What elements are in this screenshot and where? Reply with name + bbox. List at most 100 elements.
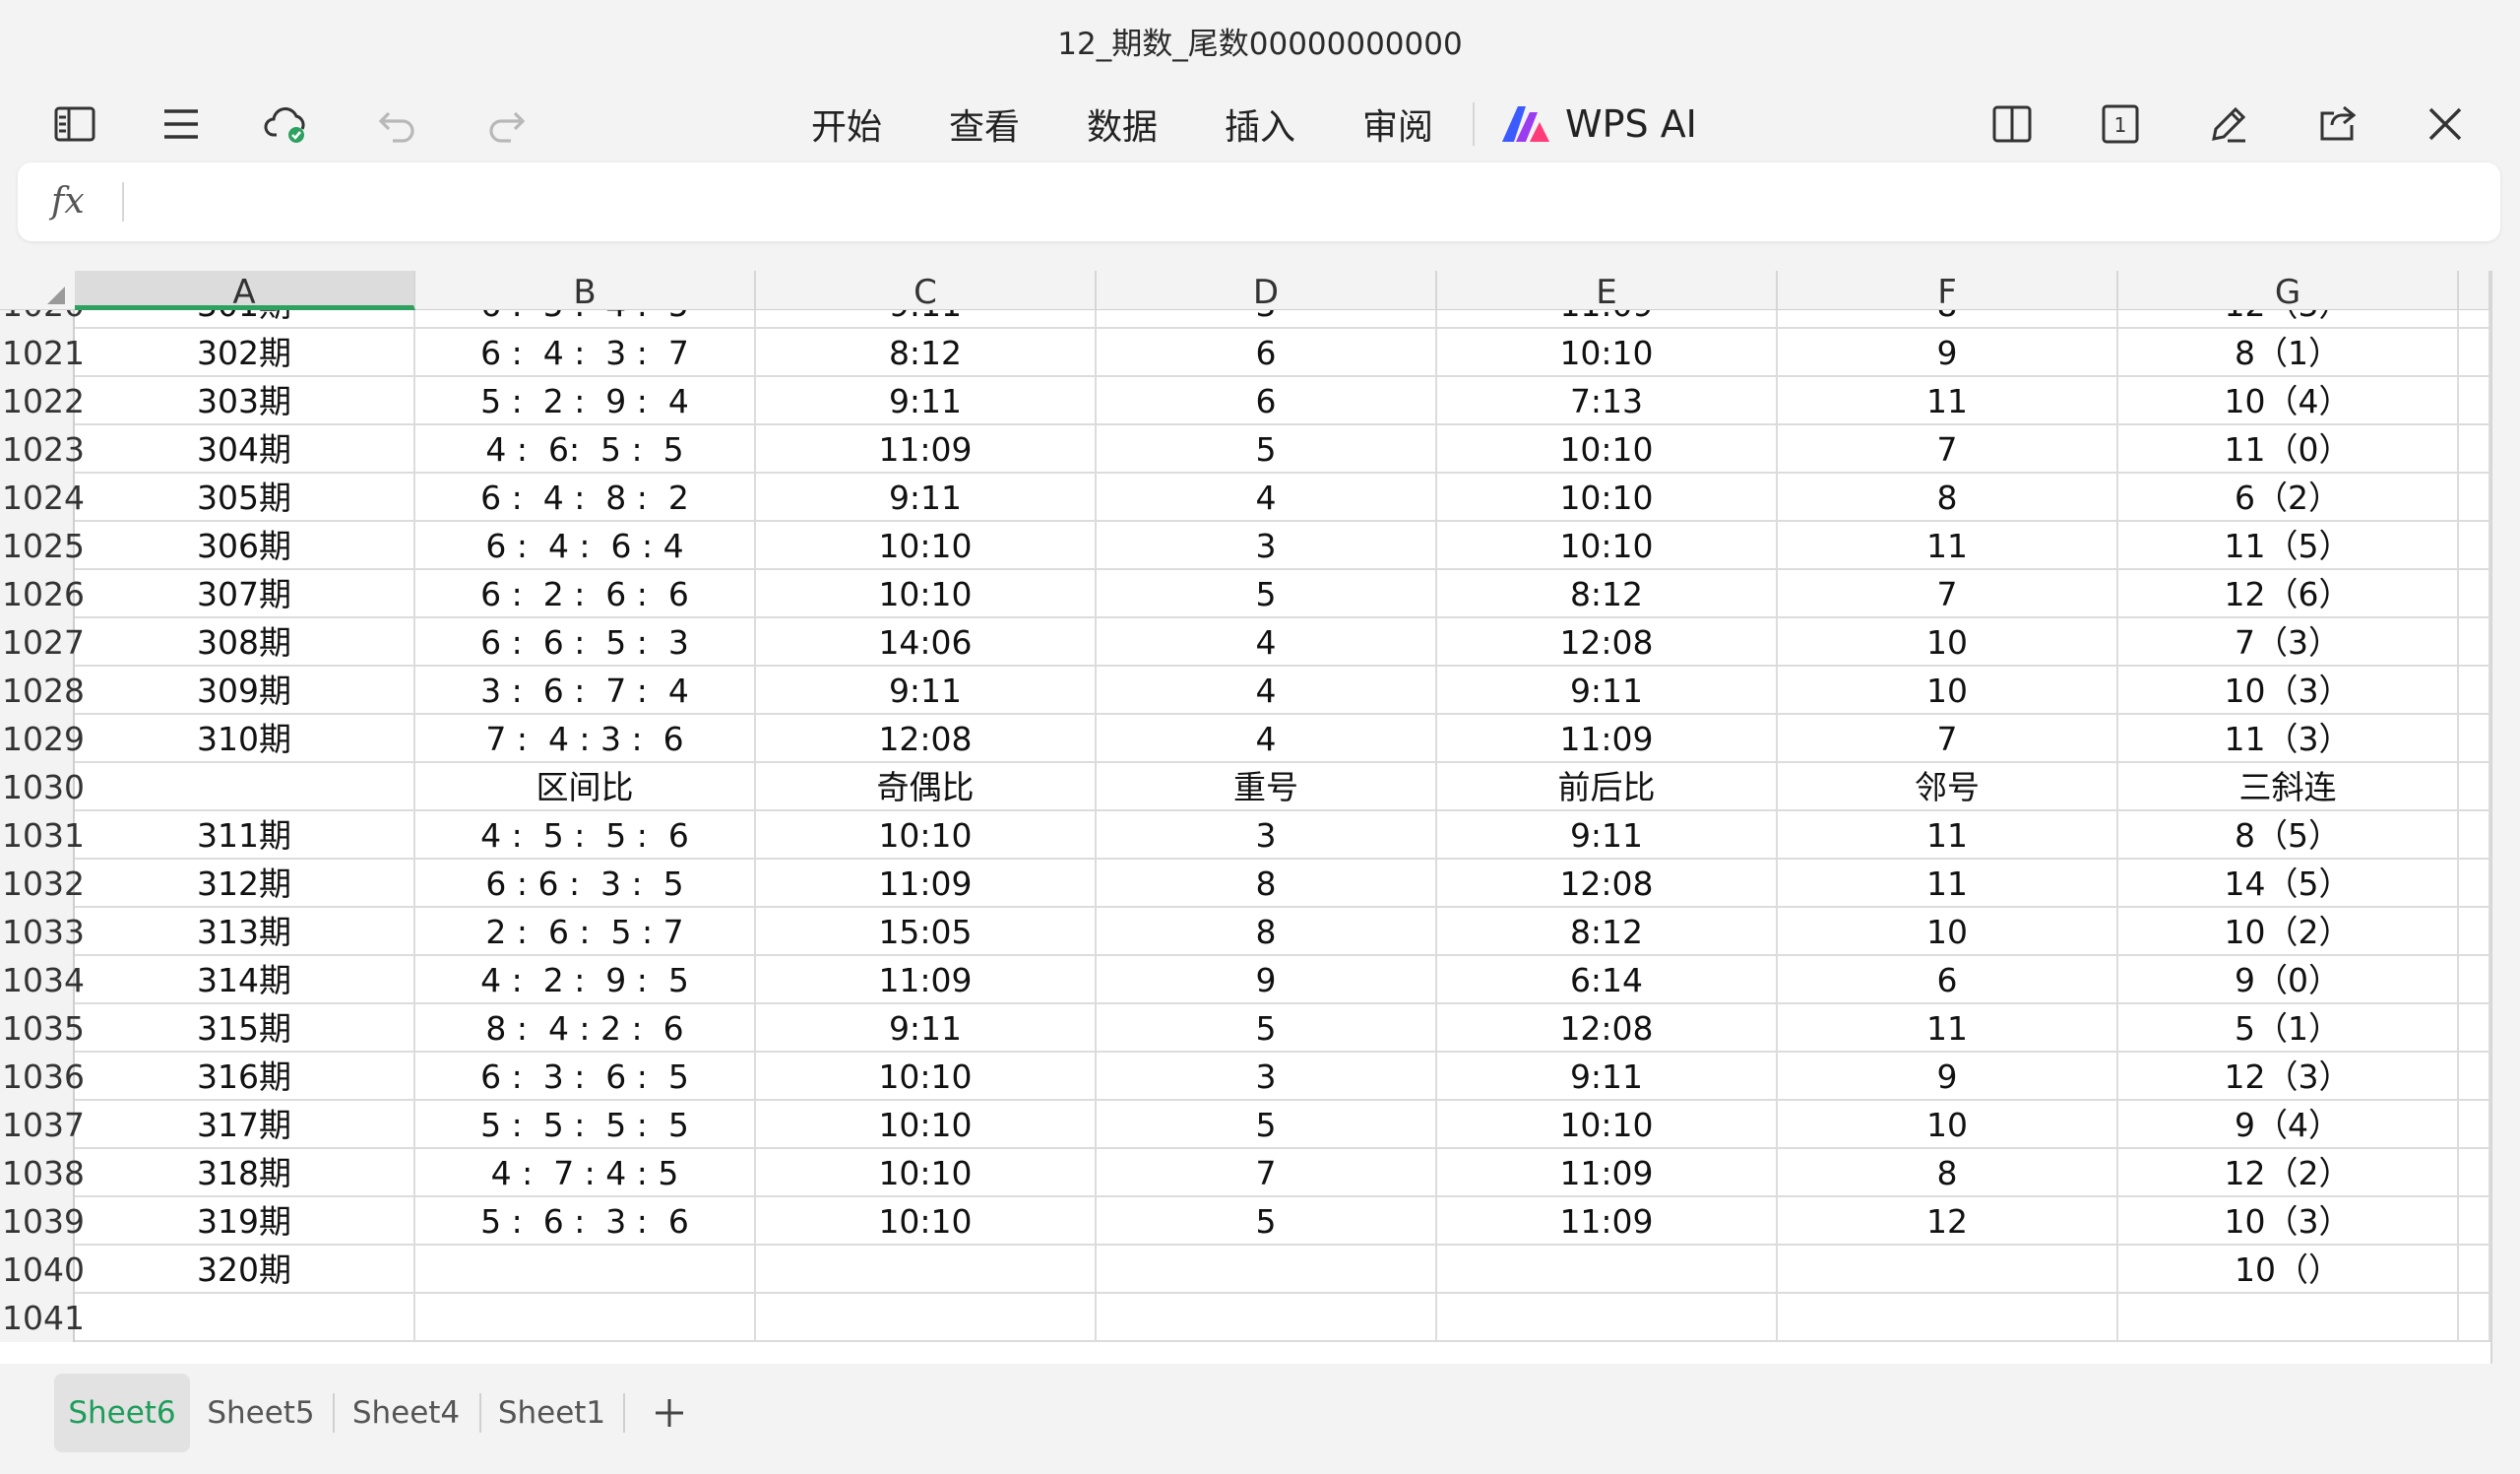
cell-d[interactable]: 7 xyxy=(1097,1149,1437,1197)
column-header-a[interactable]: A xyxy=(75,271,415,312)
cell-c[interactable]: 10:10 xyxy=(756,570,1097,618)
cell-b[interactable]: 5 : 5 : 5 : 5 xyxy=(415,1101,756,1149)
cell-c[interactable]: 9:11 xyxy=(756,377,1097,425)
cloud-sync-icon[interactable] xyxy=(252,89,323,160)
cell-f[interactable]: 11 xyxy=(1778,377,2118,425)
cell-b[interactable]: 4 : 6: 5 : 5 xyxy=(415,425,756,474)
cell-g[interactable]: 8（1） xyxy=(2118,329,2459,377)
cell-e[interactable] xyxy=(1437,1294,1778,1342)
cell-partial[interactable] xyxy=(2459,474,2490,522)
row-header[interactable]: 1038 xyxy=(0,1149,85,1197)
column-header-d[interactable]: D xyxy=(1097,271,1437,312)
cell-c[interactable]: 10:10 xyxy=(756,522,1097,570)
cell-partial[interactable] xyxy=(2459,1246,2490,1294)
cell-partial[interactable] xyxy=(2459,860,2490,908)
cell-b[interactable] xyxy=(415,1246,756,1294)
cell-c[interactable]: 9:11 xyxy=(756,1004,1097,1053)
cell-g[interactable]: 11（3） xyxy=(2118,715,2459,763)
cell-a[interactable]: 312期 xyxy=(75,860,415,908)
cell-b[interactable]: 6 : 6 : 3 : 5 xyxy=(415,860,756,908)
cell-partial[interactable] xyxy=(2459,1197,2490,1246)
column-header-c[interactable]: C xyxy=(756,271,1097,312)
cell-f[interactable] xyxy=(1778,1294,2118,1342)
row-header[interactable]: 1031 xyxy=(0,811,85,860)
cell-e[interactable]: 12:08 xyxy=(1437,1004,1778,1053)
row-header[interactable]: 1027 xyxy=(0,618,85,667)
cell-e[interactable]: 11:09 xyxy=(1437,715,1778,763)
menu-insert[interactable]: 插入 xyxy=(1191,98,1329,150)
cell-g[interactable]: 12（6） xyxy=(2118,570,2459,618)
sheet-tab-sheet1[interactable]: Sheet1 xyxy=(490,1374,613,1452)
add-sheet-button[interactable] xyxy=(640,1374,699,1452)
menu-home[interactable]: 开始 xyxy=(778,98,915,150)
cell-partial[interactable] xyxy=(2459,956,2490,1004)
cell-d[interactable]: 6 xyxy=(1097,377,1437,425)
cell-e[interactable]: 前后比 xyxy=(1437,763,1778,811)
cell-g[interactable]: 14（5） xyxy=(2118,860,2459,908)
cell-a[interactable]: 304期 xyxy=(75,425,415,474)
cell-f[interactable]: 12 xyxy=(1778,1197,2118,1246)
row-header[interactable]: 1034 xyxy=(0,956,85,1004)
cell-partial[interactable] xyxy=(2459,667,2490,715)
cell-f[interactable]: 9 xyxy=(1778,1053,2118,1101)
cell-a[interactable] xyxy=(75,1294,415,1342)
cell-b[interactable] xyxy=(415,1294,756,1342)
cell-b[interactable]: 6 : 2 : 6 : 6 xyxy=(415,570,756,618)
redo-icon[interactable] xyxy=(471,89,541,160)
cell-a[interactable]: 305期 xyxy=(75,474,415,522)
row-header[interactable]: 1037 xyxy=(0,1101,85,1149)
cell-b[interactable]: 5 : 2 : 9 : 4 xyxy=(415,377,756,425)
cell-c[interactable]: 8:12 xyxy=(756,329,1097,377)
cell-b[interactable]: 4 : 5 : 5 : 6 xyxy=(415,811,756,860)
cell-f[interactable]: 11 xyxy=(1778,522,2118,570)
wps-ai-button[interactable]: WPS AI xyxy=(1492,102,1697,146)
cell-e[interactable]: 6:14 xyxy=(1437,956,1778,1004)
cell-f[interactable]: 7 xyxy=(1778,570,2118,618)
cell-g[interactable]: 三斜连 xyxy=(2118,763,2459,811)
cell-a[interactable]: 306期 xyxy=(75,522,415,570)
cell-b[interactable]: 6 : 4 : 3 : 7 xyxy=(415,329,756,377)
row-header[interactable]: 1036 xyxy=(0,1053,85,1101)
cell-b[interactable]: 区间比 xyxy=(415,763,756,811)
cell-partial[interactable] xyxy=(2459,1149,2490,1197)
row-header[interactable]: 1033 xyxy=(0,908,85,956)
cell-f[interactable]: 10 xyxy=(1778,667,2118,715)
cell-g[interactable]: 12（3） xyxy=(2118,1053,2459,1101)
row-header[interactable]: 1030 xyxy=(0,763,85,811)
row-header[interactable]: 1029 xyxy=(0,715,85,763)
cell-d[interactable]: 3 xyxy=(1097,1053,1437,1101)
cell-a[interactable]: 319期 xyxy=(75,1197,415,1246)
cell-b[interactable]: 7 : 4 : 3 : 6 xyxy=(415,715,756,763)
cell-e[interactable]: 12:08 xyxy=(1437,860,1778,908)
cell-a[interactable]: 318期 xyxy=(75,1149,415,1197)
cell-g[interactable]: 7（3） xyxy=(2118,618,2459,667)
cell-f[interactable]: 7 xyxy=(1778,425,2118,474)
cell-c[interactable]: 9:11 xyxy=(756,474,1097,522)
cell-a[interactable]: 311期 xyxy=(75,811,415,860)
cell-g[interactable]: 6（2） xyxy=(2118,474,2459,522)
cell-c[interactable] xyxy=(756,1246,1097,1294)
cell-d[interactable]: 4 xyxy=(1097,715,1437,763)
close-icon[interactable] xyxy=(2410,89,2481,160)
cell-f[interactable]: 10 xyxy=(1778,908,2118,956)
column-header-f[interactable]: F xyxy=(1778,271,2118,312)
cell-c[interactable]: 9:11 xyxy=(756,667,1097,715)
edit-pen-icon[interactable] xyxy=(2193,89,2264,160)
cell-e[interactable]: 8:12 xyxy=(1437,570,1778,618)
cell-f[interactable]: 11 xyxy=(1778,811,2118,860)
cell-g[interactable]: 9（4） xyxy=(2118,1101,2459,1149)
cell-g[interactable]: 10（4） xyxy=(2118,377,2459,425)
cell-d[interactable]: 8 xyxy=(1097,860,1437,908)
cell-f[interactable]: 10 xyxy=(1778,618,2118,667)
cell-a[interactable]: 316期 xyxy=(75,1053,415,1101)
sheet-tab-sheet5[interactable]: Sheet5 xyxy=(202,1374,320,1452)
cell-d[interactable]: 9 xyxy=(1097,956,1437,1004)
cell-g[interactable]: 8（5） xyxy=(2118,811,2459,860)
row-header[interactable]: 1022 xyxy=(0,377,85,425)
cell-g[interactable]: 10（3） xyxy=(2118,667,2459,715)
cell-g[interactable]: 5（1） xyxy=(2118,1004,2459,1053)
cell-a[interactable]: 314期 xyxy=(75,956,415,1004)
row-header[interactable]: 1021 xyxy=(0,329,85,377)
cell-partial[interactable] xyxy=(2459,329,2490,377)
cell-g[interactable]: 9（0） xyxy=(2118,956,2459,1004)
